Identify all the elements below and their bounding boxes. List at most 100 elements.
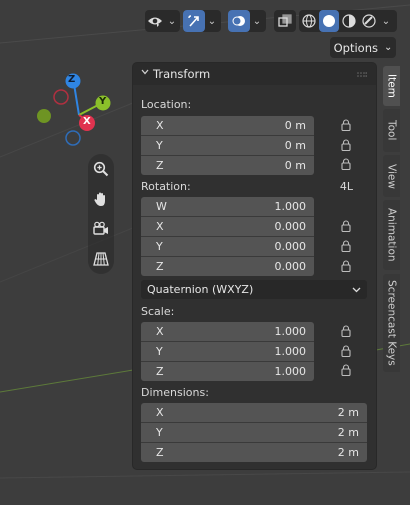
tab-item[interactable]: Item [383, 66, 400, 106]
location-y-field[interactable]: Y 0 m [141, 135, 314, 155]
axis-label: Y [156, 426, 163, 439]
eye-pointer-icon [145, 10, 165, 32]
tab-label: Tool [385, 120, 398, 141]
lock-icon[interactable] [341, 364, 351, 376]
scale-z-field[interactable]: Z 1.000 [141, 361, 314, 381]
lock-icon[interactable] [341, 345, 351, 357]
options-label: Options [333, 40, 378, 55]
axis-label: Y [156, 139, 163, 152]
lock-icon[interactable] [341, 158, 351, 170]
selectability-visibility-dropdown[interactable]: ⌄ [145, 10, 180, 32]
lock-icon[interactable] [341, 119, 351, 131]
tab-animation[interactable]: Animation [383, 200, 400, 270]
dimensions-y-field[interactable]: Y 2 m [141, 422, 367, 442]
material-icon[interactable] [339, 10, 359, 32]
rotation-y-field[interactable]: Y 0.000 [141, 236, 314, 256]
axis-label: X [156, 406, 164, 419]
tab-label: Animation [385, 208, 398, 262]
tab-label: Screencast Keys [385, 280, 398, 366]
value: 2 m [337, 406, 359, 419]
overlays-icon[interactable] [228, 10, 250, 32]
axis-neg-x [53, 89, 69, 105]
solid-icon[interactable] [319, 10, 339, 32]
value: 1.000 [274, 365, 307, 378]
value: 0.000 [274, 240, 307, 253]
grid-perspective-icon[interactable] [89, 247, 113, 271]
chevron-down-icon [352, 287, 361, 292]
axis-label: X [156, 325, 164, 338]
gizmo-toggle-group[interactable]: ⌄ [183, 10, 221, 32]
axis-neg-y [37, 109, 51, 123]
chevron-down-icon: ⌄ [167, 15, 177, 27]
location-x-field[interactable]: X 0 m [141, 116, 314, 135]
chevron-down-icon[interactable]: ⌄ [205, 16, 219, 27]
value: 1.000 [274, 345, 307, 358]
scale-y-field[interactable]: Y 1.000 [141, 341, 314, 361]
lock-icon[interactable] [341, 325, 351, 337]
xray-icon [274, 10, 296, 32]
chevron-down-icon[interactable]: ⌄ [379, 16, 393, 27]
dimensions-x-field[interactable]: X 2 m [141, 403, 367, 422]
rotation-w-field[interactable]: W 1.000 [141, 197, 314, 216]
lock-icon[interactable] [341, 139, 351, 151]
rotation-mode-value: Quaternion (WXYZ) [147, 283, 254, 296]
rotation-lock-mode[interactable]: 4L [340, 180, 353, 193]
xray-toggle[interactable] [274, 10, 296, 32]
overlays-toggle-group[interactable]: ⌄ [228, 10, 266, 32]
tab-tool[interactable]: Tool [383, 109, 400, 152]
value: 2 m [337, 426, 359, 439]
axis-label: W [156, 200, 167, 213]
axis-label: Z [156, 446, 164, 459]
hand-pan-icon[interactable] [89, 187, 113, 211]
options-button[interactable]: Options ⌄ [330, 37, 396, 58]
dimensions-label: Dimensions: [141, 386, 209, 399]
lock-icon[interactable] [341, 260, 351, 272]
grid-line [0, 369, 134, 393]
wireframe-icon[interactable] [299, 10, 319, 32]
zoom-icon[interactable] [89, 157, 113, 181]
value: 0 m [284, 139, 306, 152]
3d-viewport[interactable]: Z Y X ⌄ ⌄ ⌄ ⌄ Options ⌄ Transform Locati… [0, 0, 410, 505]
value: 1.000 [274, 200, 307, 213]
rotation-mode-dropdown[interactable]: Quaternion (WXYZ) [141, 280, 367, 299]
rendered-icon[interactable] [359, 10, 379, 32]
shading-mode-group[interactable]: ⌄ [299, 10, 397, 32]
scale-label: Scale: [141, 305, 175, 318]
lock-icon[interactable] [341, 240, 351, 252]
lock-icon[interactable] [341, 220, 351, 232]
chevron-down-icon: ⌄ [383, 42, 393, 53]
tab-label: View [385, 163, 398, 189]
location-z-field[interactable]: Z 0 m [141, 155, 314, 175]
axis-neg-z [65, 130, 81, 146]
camera-icon[interactable] [89, 217, 113, 241]
grid-line [0, 222, 146, 283]
gizmo-z-label: Z [68, 74, 76, 85]
axis-label: Y [156, 345, 163, 358]
chevron-down-icon [141, 69, 149, 75]
axis-z-line [73, 83, 80, 116]
axis-label: X [156, 220, 164, 233]
navigation-tools [88, 154, 114, 274]
tab-label: Item [385, 74, 398, 98]
value: 0 m [284, 119, 306, 132]
drag-grip-icon[interactable] [357, 72, 367, 77]
rotation-z-field[interactable]: Z 0.000 [141, 256, 314, 276]
axis-label: Z [156, 365, 164, 378]
tab-view[interactable]: View [383, 155, 400, 197]
navigation-gizmo[interactable] [30, 70, 130, 180]
dimensions-z-field[interactable]: Z 2 m [141, 442, 367, 462]
gizmo-x-label: X [83, 116, 91, 127]
transform-panel: Transform Location: X 0 m Y 0 m Z 0 m Ro… [133, 63, 376, 469]
value: 0.000 [274, 260, 307, 273]
rotation-x-field[interactable]: X 0.000 [141, 216, 314, 236]
gizmo-arrow-icon[interactable] [183, 10, 205, 32]
axis-label: Y [156, 240, 163, 253]
value: 1.000 [274, 325, 307, 338]
scale-x-field[interactable]: X 1.000 [141, 322, 314, 341]
rotation-label: Rotation: [141, 180, 191, 193]
location-label: Location: [141, 98, 192, 111]
chevron-down-icon[interactable]: ⌄ [250, 16, 264, 27]
axis-label: X [156, 119, 164, 132]
tab-screencast-keys[interactable]: Screencast Keys [383, 274, 400, 372]
panel-header[interactable]: Transform [133, 63, 376, 85]
